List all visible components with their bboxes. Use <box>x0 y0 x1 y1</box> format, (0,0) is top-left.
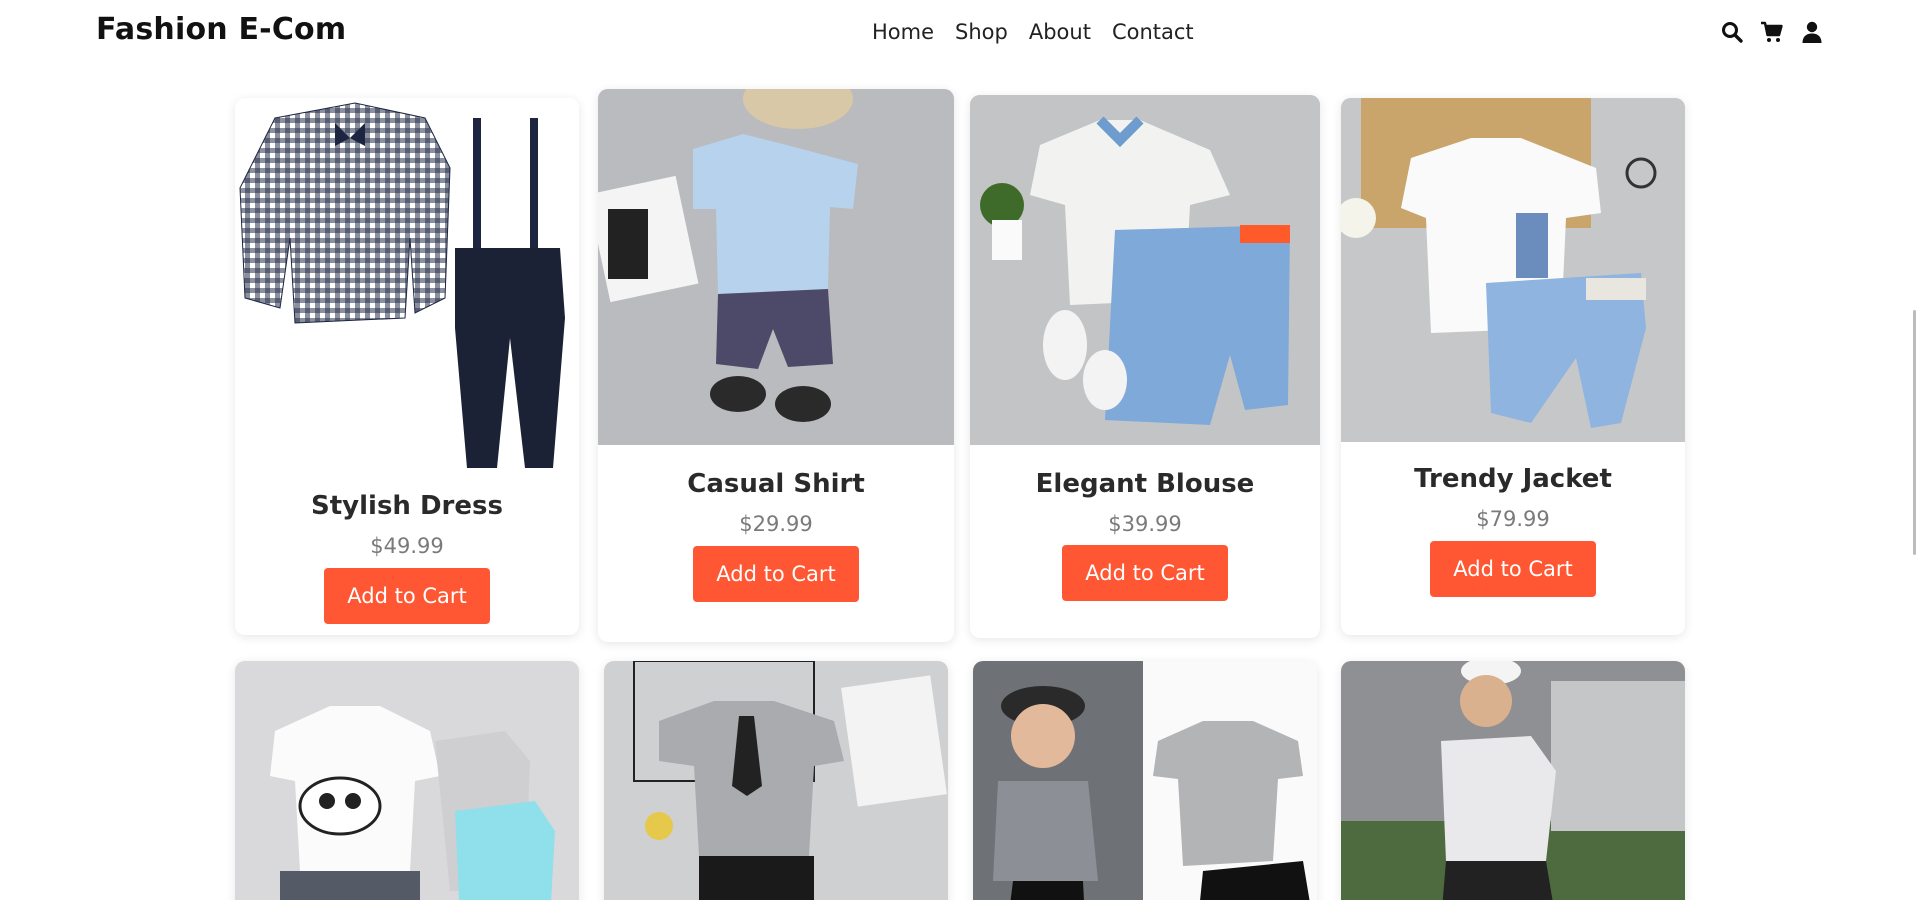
product-card <box>604 661 948 900</box>
product-card: Trendy Jacket $79.99 Add to Cart <box>1341 98 1685 635</box>
product-name: Stylish Dress <box>311 491 503 521</box>
add-to-cart-button[interactable]: Add to Cart <box>693 546 859 602</box>
product-image[interactable] <box>1341 661 1685 900</box>
product-card: Stylish Dress $49.99 Add to Cart <box>235 98 579 635</box>
brand-logo[interactable]: Fashion E-Com <box>96 12 346 47</box>
cart-icon[interactable] <box>1760 20 1784 44</box>
product-image[interactable] <box>604 661 948 900</box>
nav-home-link[interactable]: Home <box>872 20 934 44</box>
main-nav: Home Shop About Contact <box>872 20 1194 44</box>
page-scrollbar[interactable] <box>1913 310 1916 555</box>
product-price: $39.99 <box>1108 512 1182 536</box>
product-name: Casual Shirt <box>687 469 865 499</box>
search-icon[interactable] <box>1720 20 1744 44</box>
add-to-cart-button[interactable]: Add to Cart <box>1430 541 1596 597</box>
nav-about-link[interactable]: About <box>1029 20 1091 44</box>
product-image[interactable] <box>973 661 1317 900</box>
product-name: Elegant Blouse <box>1035 469 1255 499</box>
product-card <box>973 661 1317 900</box>
product-image[interactable] <box>598 89 954 445</box>
product-image[interactable] <box>235 661 579 900</box>
user-icon[interactable] <box>1800 20 1824 44</box>
product-card: Casual Shirt $29.99 Add to Cart <box>598 89 954 642</box>
product-card <box>1341 661 1685 900</box>
product-price: $49.99 <box>370 534 444 558</box>
product-image[interactable] <box>970 95 1320 445</box>
add-to-cart-button[interactable]: Add to Cart <box>324 568 490 624</box>
add-to-cart-button[interactable]: Add to Cart <box>1062 545 1228 601</box>
product-card: Elegant Blouse $39.99 Add to Cart <box>970 95 1320 638</box>
header-icons <box>1720 20 1824 44</box>
product-image[interactable] <box>235 98 579 478</box>
product-name: Trendy Jacket <box>1414 464 1612 494</box>
nav-contact-link[interactable]: Contact <box>1112 20 1194 44</box>
product-image[interactable] <box>1341 98 1685 442</box>
nav-shop-link[interactable]: Shop <box>955 20 1008 44</box>
product-price: $29.99 <box>739 512 813 536</box>
product-price: $79.99 <box>1476 507 1550 531</box>
product-card <box>235 661 579 900</box>
site-header: Fashion E-Com Home Shop About Contact <box>0 0 1918 66</box>
